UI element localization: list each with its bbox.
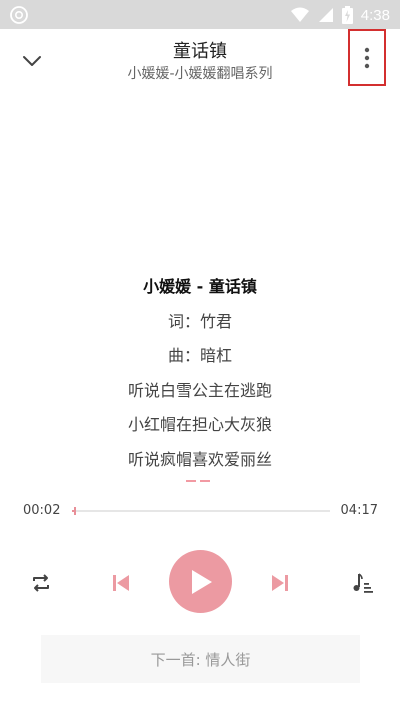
- repeat-button[interactable]: [26, 568, 56, 598]
- lyric-line: 听说白雪公主在逃跑: [127, 380, 272, 400]
- more-options-button[interactable]: [348, 29, 386, 86]
- player-header: 童话镇 小媛媛-小媛媛翻唱系列: [0, 29, 400, 91]
- lyric-line: 词：竹君: [167, 311, 232, 331]
- play-button[interactable]: [169, 550, 232, 613]
- status-bar: 4:38: [0, 0, 400, 29]
- lyrics-panel[interactable]: 小媛媛 - 童话镇 词：竹君 曲：暗杠 听说白雪公主在逃跑 小红帽在担心大灰狼 …: [0, 270, 400, 477]
- lyric-line: 听说疯帽喜欢爱丽丝: [127, 449, 272, 469]
- next-button[interactable]: [265, 568, 295, 598]
- lyric-line: 小红帽在担心大灰狼: [127, 415, 272, 434]
- playback-controls: [0, 550, 400, 614]
- more-vertical-icon: [364, 47, 370, 68]
- cd-icon: [10, 6, 28, 24]
- status-icons: 4:38: [290, 4, 390, 26]
- song-title: 童话镇: [173, 41, 227, 62]
- status-time: 4:38: [360, 6, 390, 24]
- previous-button[interactable]: [106, 568, 136, 598]
- song-subtitle: 小媛媛-小媛媛翻唱系列: [127, 66, 273, 82]
- next-song-label: 下一首: 情人街: [150, 650, 251, 669]
- previous-icon: [113, 575, 129, 591]
- battery-charging-icon: [341, 6, 353, 24]
- signal-icon: [318, 8, 333, 22]
- progress-thumb[interactable]: [74, 507, 77, 515]
- wifi-icon: [290, 7, 309, 22]
- current-time: 00:02: [23, 503, 61, 518]
- lyric-line-current: 小媛媛 - 童话镇: [143, 277, 257, 296]
- play-icon: [191, 569, 212, 594]
- next-song-bar[interactable]: 下一首: 情人街: [41, 635, 360, 683]
- playlist-icon: [353, 573, 373, 593]
- playlist-button[interactable]: [348, 568, 378, 598]
- lyrics-scroll-indicator: [186, 480, 210, 484]
- lyric-line: 曲：暗杠: [167, 346, 232, 365]
- repeat-icon: [33, 574, 49, 592]
- progress-slider[interactable]: [72, 507, 330, 515]
- total-time: 04:17: [340, 503, 378, 518]
- next-icon: [272, 575, 288, 591]
